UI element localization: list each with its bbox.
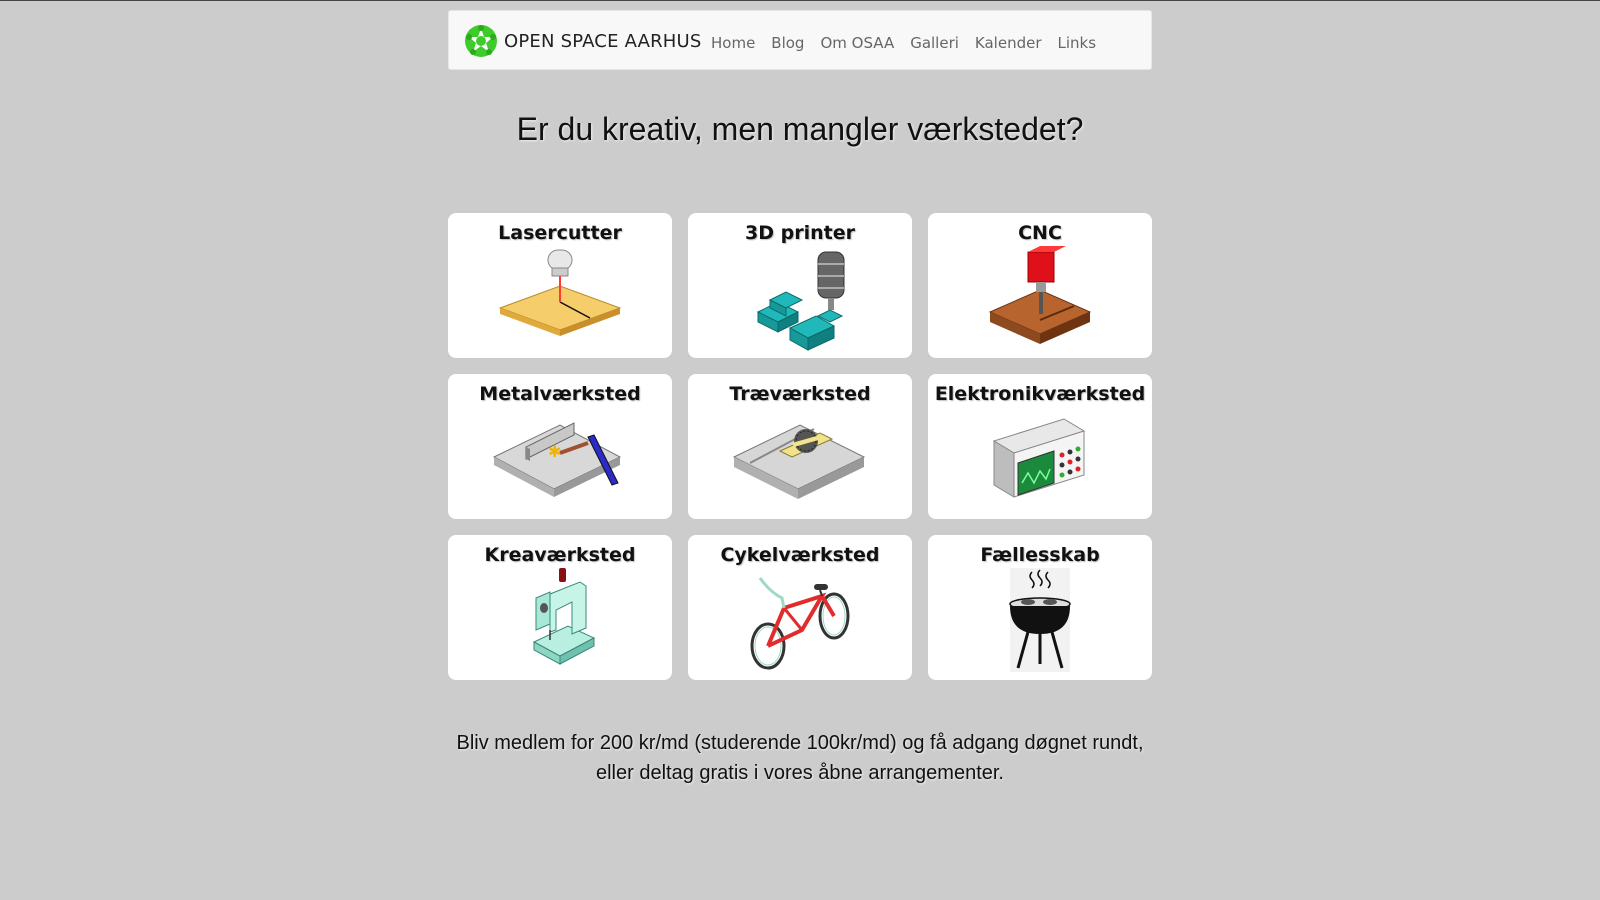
workshop-tile-faellesskab[interactable]: Fællesskab (928, 535, 1152, 680)
electronics-workshop-icon (992, 418, 1086, 498)
cnc-icon (988, 246, 1092, 344)
workshop-grid: Lasercutter 3D printer CNC Metalværksted… (448, 213, 1152, 680)
nav-link-links[interactable]: Links (1058, 30, 1097, 52)
workshop-tile-cnc[interactable]: CNC (928, 213, 1152, 358)
workshop-tile-3d-printer[interactable]: 3D printer (688, 213, 912, 358)
top-navbar: OPEN SPACE AARHUS Home Blog Om OSAA Gall… (448, 10, 1152, 70)
nav-link-om-osaa[interactable]: Om OSAA (820, 30, 894, 52)
nav-item-om-osaa: Om OSAA (820, 30, 894, 53)
nav-item-blog: Blog (771, 30, 804, 53)
nav-item-links: Links (1058, 30, 1097, 53)
workshop-title: Fællesskab (980, 544, 1100, 566)
brand-name: OPEN SPACE AARHUS (504, 30, 702, 52)
workshop-tile-lasercutter[interactable]: Lasercutter (448, 213, 672, 358)
workshop-title: Lasercutter (498, 222, 622, 244)
workshop-tile-traevaerksted[interactable]: Træværksted (688, 374, 912, 519)
workshop-tile-kreavaerksted[interactable]: Kreaværksted (448, 535, 672, 680)
page-headline: Er du kreativ, men mangler værkstedet? (516, 111, 1084, 147)
nav-item-home: Home (711, 30, 755, 53)
metal-workshop-icon: ✱ (492, 422, 622, 497)
workshop-title: Metalværksted (479, 383, 641, 405)
nav-item-kalender: Kalender (975, 30, 1042, 53)
svg-text:✱: ✱ (548, 442, 561, 461)
brand-link[interactable]: OPEN SPACE AARHUS (464, 23, 702, 59)
osaa-logo-icon (465, 25, 497, 57)
nav-link-blog[interactable]: Blog (771, 30, 804, 52)
workshop-title: CNC (1018, 222, 1062, 244)
bicycle-icon (750, 577, 850, 670)
workshop-title: Træværksted (729, 383, 871, 405)
nav-item-galleri: Galleri (910, 30, 959, 53)
workshop-title: Elektronikværksted (934, 383, 1146, 405)
workshop-tile-elektronikvaerksted[interactable]: Elektronikværksted (928, 374, 1152, 519)
workshop-tile-metalvaerksted[interactable]: Metalværksted ✱ (448, 374, 672, 519)
workshop-title: Kreaværksted (484, 544, 636, 566)
3d-printer-icon (756, 251, 845, 351)
membership-line-1: Bliv medlem for 200 kr/md (studerende 10… (456, 732, 1144, 754)
nav-link-home[interactable]: Home (711, 30, 755, 52)
main-nav: Home Blog Om OSAA Galleri Kalender Links (711, 11, 1112, 71)
membership-info: Bliv medlem for 200 kr/md (studerende 10… (448, 728, 1152, 788)
lasercutter-icon (498, 249, 622, 336)
workshop-tile-cykelvaerksted[interactable]: Cykelværksted (688, 535, 912, 680)
membership-line-2: eller deltag gratis i vores åbne arrange… (595, 762, 1004, 784)
workshop-title: 3D printer (745, 222, 855, 244)
nav-link-galleri[interactable]: Galleri (910, 30, 959, 52)
sewing-machine-icon (532, 568, 596, 665)
grill-icon (1009, 568, 1071, 672)
workshop-title: Cykelværksted (720, 544, 880, 566)
wood-workshop-icon (732, 424, 866, 499)
nav-link-kalender[interactable]: Kalender (975, 30, 1042, 52)
